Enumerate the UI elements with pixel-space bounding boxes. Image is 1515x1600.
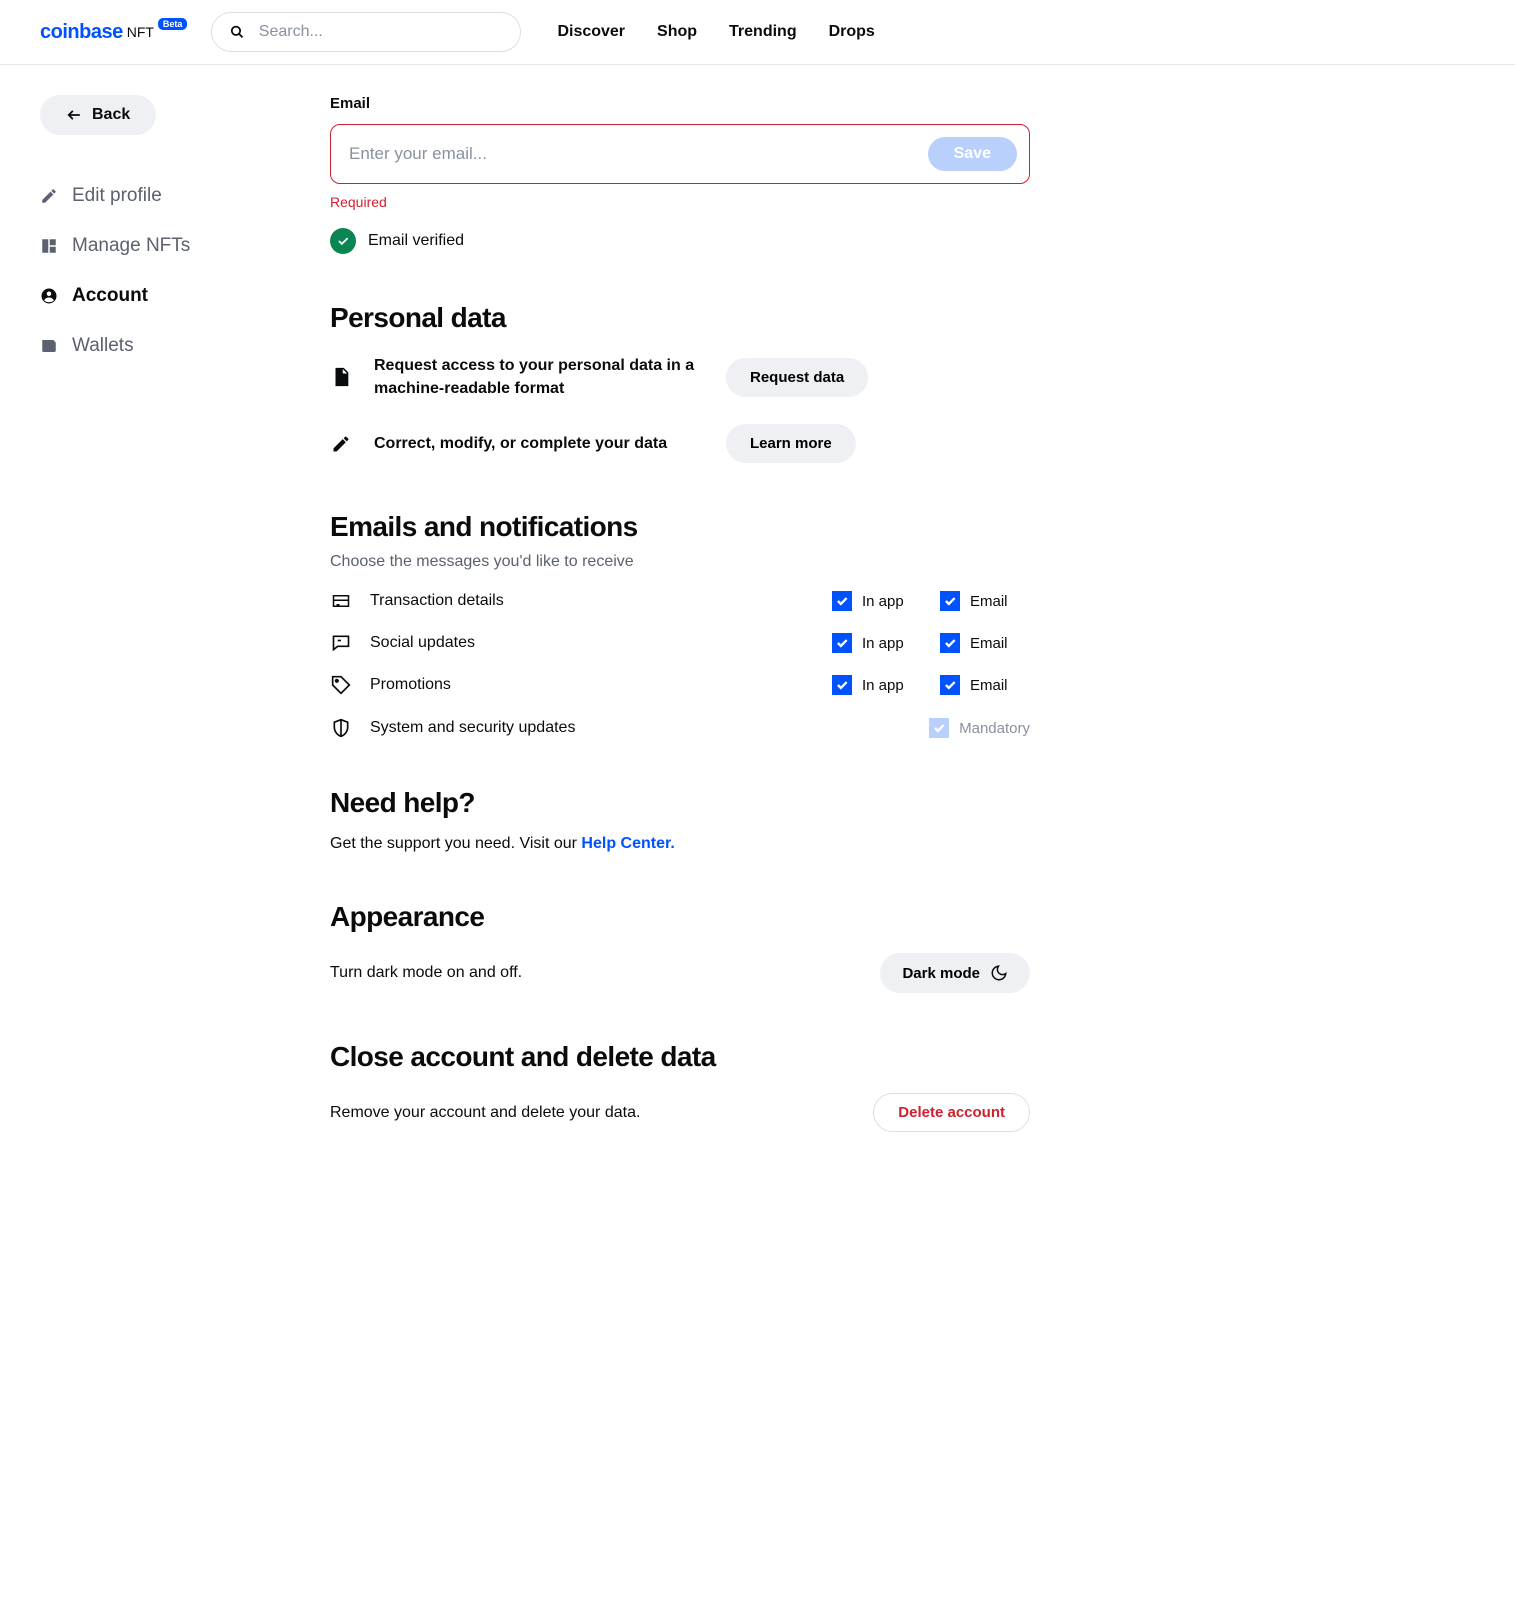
nav-trending[interactable]: Trending xyxy=(729,23,797,41)
nav-links: Discover Shop Trending Drops xyxy=(557,23,874,41)
back-label: Back xyxy=(92,106,130,124)
notif-row-promotions: Promotions In app Email xyxy=(330,675,1030,695)
beta-badge: Beta xyxy=(158,18,188,30)
sidebar-item-account[interactable]: Account xyxy=(40,271,290,321)
sidebar-item-label: Account xyxy=(72,285,148,307)
notif-label: Social updates xyxy=(370,634,814,652)
notifications-heading: Emails and notifications xyxy=(330,511,1030,543)
logo-sub-text: NFT xyxy=(127,24,154,40)
email-input[interactable] xyxy=(349,144,918,164)
nav-shop[interactable]: Shop xyxy=(657,23,697,41)
email-verified-row: Email verified xyxy=(330,228,1030,254)
sidebar: Back Edit profile Manage NFTs Account Wa… xyxy=(40,95,290,1132)
nav-discover[interactable]: Discover xyxy=(557,23,625,41)
learn-more-button[interactable]: Learn more xyxy=(726,424,856,463)
notif-label: Transaction details xyxy=(370,592,814,610)
inapp-checkbox[interactable]: In app xyxy=(832,591,922,611)
email-checkbox[interactable]: Email xyxy=(940,591,1030,611)
mandatory-checkbox: Mandatory xyxy=(929,718,1030,738)
close-account-heading: Close account and delete data xyxy=(330,1041,1030,1073)
help-center-link[interactable]: Help Center. xyxy=(581,835,674,852)
notif-row-system: System and security updates Mandatory xyxy=(330,717,1030,739)
correct-data-row: Correct, modify, or complete your data L… xyxy=(330,424,1030,463)
file-icon xyxy=(330,364,352,390)
sidebar-item-wallets[interactable]: Wallets xyxy=(40,321,290,371)
inapp-checkbox[interactable]: In app xyxy=(832,633,922,653)
request-data-text: Request access to your personal data in … xyxy=(374,354,704,400)
appearance-row: Turn dark mode on and off. Dark mode xyxy=(330,953,1030,993)
email-error: Required xyxy=(330,194,1030,210)
search-input[interactable] xyxy=(259,23,503,41)
notifications-subtext: Choose the messages you'd like to receiv… xyxy=(330,553,1030,571)
search-icon xyxy=(230,24,244,40)
notif-label: System and security updates xyxy=(370,719,911,737)
search-box[interactable] xyxy=(211,12,521,52)
pencil-icon xyxy=(40,187,58,205)
arrow-left-icon xyxy=(66,108,82,122)
tag-icon xyxy=(330,675,352,695)
notif-row-social: Social updates In app Email xyxy=(330,633,1030,653)
appearance-text: Turn dark mode on and off. xyxy=(330,964,522,982)
appearance-heading: Appearance xyxy=(330,901,1030,933)
request-data-row: Request access to your personal data in … xyxy=(330,354,1030,400)
header: coinbase NFT Beta Discover Shop Trending… xyxy=(0,0,1515,65)
logo[interactable]: coinbase NFT Beta xyxy=(40,21,187,44)
delete-account-button[interactable]: Delete account xyxy=(873,1093,1030,1132)
help-heading: Need help? xyxy=(330,787,1030,819)
correct-data-text: Correct, modify, or complete your data xyxy=(374,432,704,455)
email-checkbox[interactable]: Email xyxy=(940,633,1030,653)
wallet-icon xyxy=(40,337,58,355)
request-data-button[interactable]: Request data xyxy=(726,358,868,397)
sidebar-item-label: Wallets xyxy=(72,335,134,357)
sidebar-item-label: Edit profile xyxy=(72,185,162,207)
personal-data-heading: Personal data xyxy=(330,302,1030,334)
save-button[interactable]: Save xyxy=(928,137,1017,171)
notif-label: Promotions xyxy=(370,676,814,694)
close-account-row: Remove your account and delete your data… xyxy=(330,1093,1030,1132)
close-account-text: Remove your account and delete your data… xyxy=(330,1104,640,1122)
check-circle-icon xyxy=(330,228,356,254)
account-icon xyxy=(40,287,58,305)
help-text: Get the support you need. Visit our Help… xyxy=(330,835,1030,853)
sidebar-item-manage-nfts[interactable]: Manage NFTs xyxy=(40,221,290,271)
back-button[interactable]: Back xyxy=(40,95,156,135)
edit-icon xyxy=(330,434,352,454)
email-checkbox[interactable]: Email xyxy=(940,675,1030,695)
notif-row-transaction: Transaction details In app Email xyxy=(330,591,1030,611)
logo-main-text: coinbase xyxy=(40,21,123,44)
dark-mode-button[interactable]: Dark mode xyxy=(880,953,1030,993)
chat-icon xyxy=(330,633,352,653)
moon-icon xyxy=(990,964,1008,982)
shield-icon xyxy=(330,717,352,739)
inapp-checkbox[interactable]: In app xyxy=(832,675,922,695)
sidebar-item-label: Manage NFTs xyxy=(72,235,190,257)
transaction-icon xyxy=(330,592,352,610)
main-content: Email Save Required Email verified Perso… xyxy=(330,95,1030,1132)
grid-icon xyxy=(40,237,58,255)
nav-drops[interactable]: Drops xyxy=(829,23,875,41)
email-label: Email xyxy=(330,95,1030,112)
sidebar-item-edit-profile[interactable]: Edit profile xyxy=(40,171,290,221)
email-input-box: Save xyxy=(330,124,1030,184)
email-verified-text: Email verified xyxy=(368,232,464,250)
